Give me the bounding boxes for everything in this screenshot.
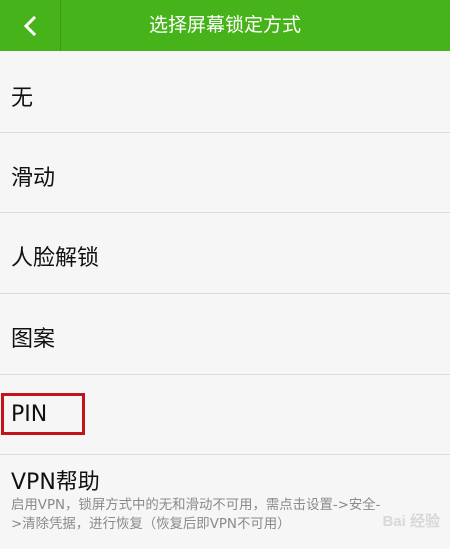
option-label: 滑动 [11,166,56,191]
back-button[interactable] [0,0,60,51]
option-face-unlock[interactable]: 人脸解锁 [0,213,450,294]
pin-highlight-box [1,393,85,435]
page-title: 选择屏幕锁定方式 [148,14,301,36]
watermark: Bai 经验 [382,513,440,530]
option-swipe[interactable]: 滑动 [0,133,450,213]
option-none[interactable]: 无 [0,53,450,133]
app-bar-divider [60,0,61,51]
app-bar: 选择屏幕锁定方式 [0,0,450,51]
chevron-left-icon [23,15,37,36]
option-label: 人脸解锁 [11,246,100,271]
option-label: 图案 [11,327,56,352]
option-label: 无 [11,86,34,111]
option-label: VPN帮助 [11,470,100,495]
screen-lock-selection-screen: 选择屏幕锁定方式 无 滑动 人脸解锁 图案 PIN VPN帮助 启用VPN，锁屏… [0,0,450,549]
option-pattern[interactable]: 图案 [0,294,450,375]
option-vpn-help[interactable]: VPN帮助 启用VPN，锁屏方式中的无和滑动不可用，需点击设置->安全- >清除… [0,455,450,549]
